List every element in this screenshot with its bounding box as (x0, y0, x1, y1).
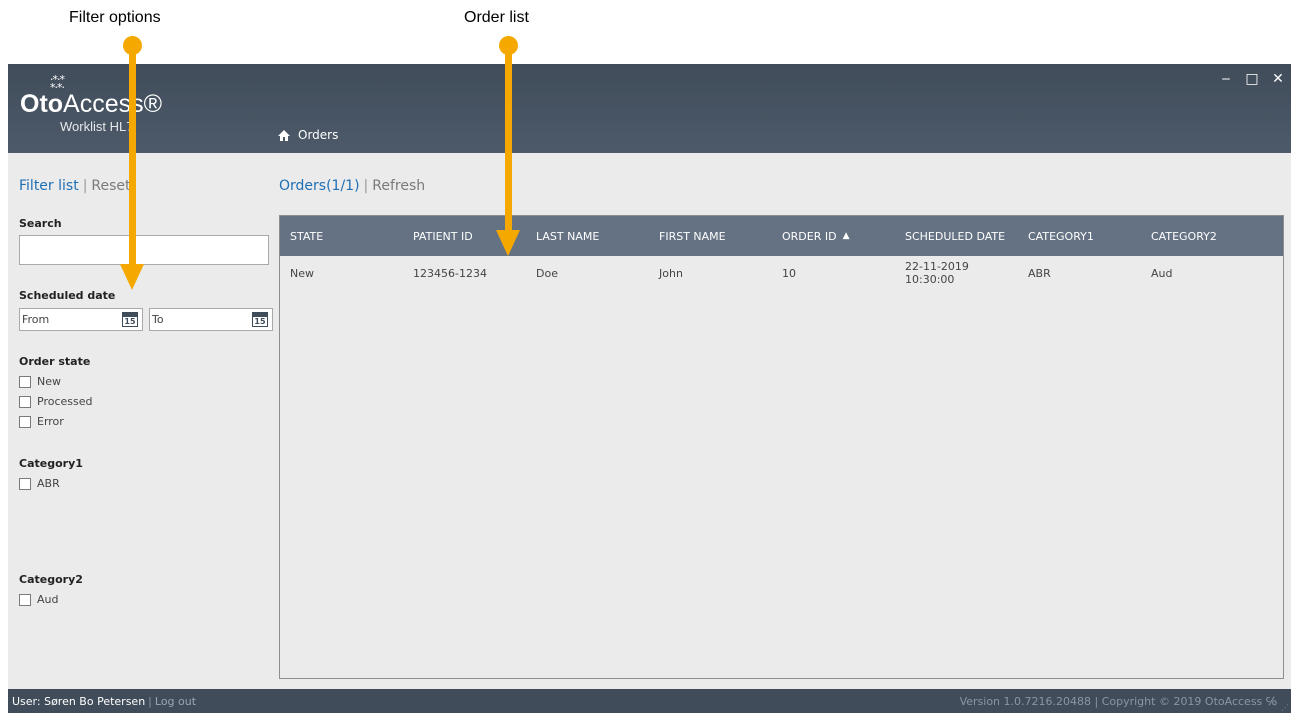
arrow-head-icon (496, 230, 520, 256)
minimize-button[interactable]: ‒ (1213, 68, 1239, 90)
category1-abr-checkbox[interactable]: ABR (19, 477, 60, 490)
arrow-shaft (505, 46, 512, 232)
category2-label: Category2 (19, 573, 83, 586)
version-info: Version 1.0.7216.20488 | Copyright © 201… (959, 695, 1277, 708)
cell-state: New (290, 266, 314, 280)
table-header: STATE PATIENT ID LAST NAME FIRST NAME OR… (280, 216, 1283, 256)
filter-options-annotation: Filter options (69, 9, 161, 26)
link-separator: | (82, 178, 88, 194)
orders-table: STATE PATIENT ID LAST NAME FIRST NAME OR… (279, 215, 1284, 679)
column-header-category2[interactable]: CATEGORY2 (1141, 216, 1283, 256)
user-info: User: Søren Bo Petersen | Log out (12, 695, 196, 708)
breadcrumb[interactable]: Orders (278, 128, 338, 142)
order-state-error-checkbox[interactable]: Error (19, 415, 64, 428)
app-window: ·*·* *·*· OtoAccess® Worklist HL7 Orders … (8, 64, 1291, 713)
home-icon (278, 129, 290, 141)
title-bar: ·*·* *·*· OtoAccess® Worklist HL7 Orders … (8, 64, 1291, 153)
arrow-dot (123, 36, 142, 55)
date-from-field[interactable]: From 15 (19, 308, 143, 331)
cell-patient-id: 123456-1234 (413, 266, 487, 280)
checkbox[interactable] (19, 593, 31, 606)
footer-separator: | (148, 695, 152, 708)
order-list-annotation: Order list (464, 9, 529, 26)
checkbox-label: Processed (37, 395, 93, 408)
date-from-placeholder: From (22, 313, 50, 326)
order-state-new-checkbox[interactable]: New (19, 375, 61, 388)
logo-text-bold: Oto (20, 90, 64, 118)
column-header-last-name[interactable]: LAST NAME (526, 216, 649, 256)
arrow-shaft (129, 46, 136, 266)
date-to-placeholder: To (152, 313, 164, 326)
close-button[interactable]: ✕ (1265, 68, 1291, 90)
category2-aud-checkbox[interactable]: Aud (19, 593, 58, 606)
cell-scheduled-date: 22-11-2019 10:30:00 (905, 260, 969, 286)
arrow-head-icon (120, 264, 144, 290)
link-separator: | (363, 178, 369, 194)
column-header-category1[interactable]: CATEGORY1 (1018, 216, 1141, 256)
status-bar: User: Søren Bo Petersen | Log out Version … (8, 689, 1291, 713)
sort-ascending-icon: ▲ (842, 231, 850, 241)
checkbox-label: Error (37, 415, 64, 428)
reset-link[interactable]: Reset (91, 178, 130, 194)
search-label: Search (19, 217, 62, 230)
column-header-scheduled-date[interactable]: SCHEDULED DATE (895, 216, 1018, 256)
column-header-first-name[interactable]: FIRST NAME (649, 216, 772, 256)
maximize-button[interactable]: □ (1239, 68, 1265, 90)
checkbox[interactable] (19, 415, 31, 428)
window-controls: ‒ □ ✕ (1213, 68, 1291, 90)
calendar-icon[interactable]: 15 (252, 312, 268, 327)
checkbox[interactable] (19, 477, 31, 490)
logo-text: Access® (63, 90, 163, 118)
checkbox-label: ABR (37, 477, 60, 490)
column-header-state[interactable]: STATE (280, 216, 403, 256)
resize-grip-icon[interactable]: ⋰ (1281, 703, 1289, 712)
table-row[interactable]: New 123456-1234 Doe John 10 22-11-2019 1… (280, 256, 1283, 290)
logout-link[interactable]: Log out (155, 695, 196, 708)
checkbox[interactable] (19, 395, 31, 408)
filter-links: Filter list | Reset (19, 178, 131, 194)
scheduled-date-label: Scheduled date (19, 289, 116, 302)
cell-first-name: John (659, 266, 683, 280)
order-state-label: Order state (19, 355, 91, 368)
arrow-dot (499, 36, 518, 55)
breadcrumb-orders[interactable]: Orders (298, 128, 338, 142)
calendar-icon[interactable]: 15 (122, 312, 138, 327)
orders-count-link[interactable]: Orders(1/1) (279, 178, 360, 194)
cell-last-name: Doe (536, 266, 558, 280)
column-header-label: ORDER ID (782, 229, 837, 243)
column-header-order-id[interactable]: ORDER ID ▲ (772, 216, 895, 256)
checkbox-label: Aud (37, 593, 59, 606)
logo-subtitle: Worklist HL7 (60, 119, 134, 134)
checkbox[interactable] (19, 375, 31, 388)
date-to-field[interactable]: To 15 (149, 308, 273, 331)
checkbox-label: New (37, 375, 61, 388)
order-state-processed-checkbox[interactable]: Processed (19, 395, 92, 408)
orders-header: Orders(1/1) | Refresh (279, 178, 425, 194)
refresh-link[interactable]: Refresh (372, 178, 425, 194)
category1-label: Category1 (19, 457, 83, 470)
cell-category1: ABR (1028, 266, 1051, 280)
filter-list-link[interactable]: Filter list (19, 178, 79, 194)
cell-order-id: 10 (782, 266, 796, 280)
user-name: User: Søren Bo Petersen (12, 695, 146, 708)
filter-sidebar: Filter list | Reset Search Scheduled date … (8, 153, 278, 689)
search-input[interactable] (19, 235, 269, 265)
cell-category2: Aud (1151, 266, 1173, 280)
